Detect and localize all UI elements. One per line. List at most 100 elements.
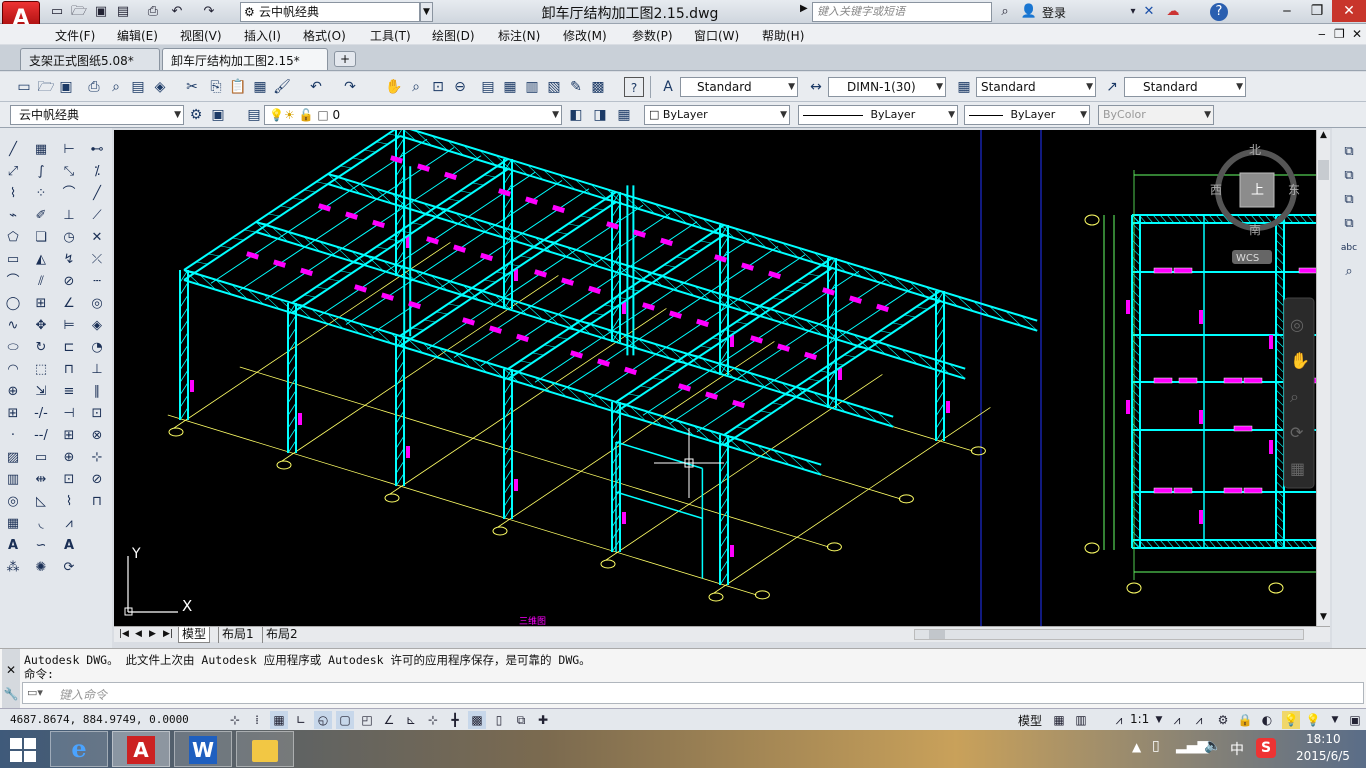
dim-continue-icon[interactable]: ⊓ bbox=[59, 360, 79, 380]
scroll-up-icon[interactable]: ▲ bbox=[1317, 130, 1330, 144]
center-mark-icon[interactable]: ⊕ bbox=[59, 448, 79, 468]
extend-icon[interactable]: --/ bbox=[31, 426, 51, 446]
lock-ui-icon[interactable]: 🔒 bbox=[1236, 711, 1254, 729]
copy-icon[interactable]: ⎘ bbox=[206, 77, 226, 97]
dim-aligned-icon[interactable]: ⤡ bbox=[59, 162, 79, 182]
snap-tangent-icon[interactable]: ◔ bbox=[87, 338, 107, 358]
layer-previous-icon[interactable]: ◨ bbox=[590, 105, 610, 125]
showmotion-nav-icon[interactable]: ▦ bbox=[1290, 459, 1305, 478]
wrench-icon[interactable]: 🔧 bbox=[2, 687, 20, 701]
layer-walk-icon[interactable]: ⧉ bbox=[1339, 190, 1359, 210]
quickcalc-icon[interactable]: ▩ bbox=[588, 77, 608, 97]
workspace-select[interactable]: ⚙ 云中帆经典 bbox=[240, 2, 420, 22]
snap-parallel-icon[interactable]: ∥ bbox=[87, 382, 107, 402]
last-tab-icon[interactable]: ▶| bbox=[160, 627, 176, 643]
text-style-icon[interactable]: A bbox=[658, 77, 678, 97]
workspace-combo[interactable]: 云中帆经典 ▼ bbox=[10, 105, 184, 125]
layer-state-icon[interactable]: ▦ bbox=[614, 105, 634, 125]
explorer-taskbar-app[interactable] bbox=[236, 731, 294, 767]
text-style-select[interactable]: Standard ▼ bbox=[680, 77, 798, 97]
dim-edit-icon[interactable]: ⩘ bbox=[59, 514, 79, 534]
new-file-icon[interactable]: ▭ bbox=[48, 3, 66, 21]
menu-insert[interactable]: 插入(I) bbox=[244, 27, 281, 44]
dim-break-icon[interactable]: ⊣ bbox=[59, 404, 79, 424]
scroll-thumb[interactable] bbox=[1318, 160, 1329, 180]
scale-dropdown-icon[interactable]: ▼ bbox=[1150, 711, 1168, 729]
polyline-icon[interactable]: ⌇ bbox=[3, 184, 23, 204]
ime-indicator[interactable]: 中 bbox=[1230, 739, 1244, 759]
menu-tools[interactable]: 工具(T) bbox=[370, 27, 411, 44]
steering-wheel-icon[interactable]: ◎ bbox=[1290, 315, 1304, 334]
restore-icon[interactable]: ❐ bbox=[1302, 0, 1332, 22]
grid-display-icon[interactable]: ▦ bbox=[270, 711, 288, 729]
dim-ordinate-icon[interactable]: ⊥ bbox=[59, 206, 79, 226]
construction-line-icon[interactable]: ⤢ bbox=[3, 162, 23, 182]
tolerance-icon[interactable]: ⊞ bbox=[59, 426, 79, 446]
selection-cycling-icon[interactable]: ⧉ bbox=[512, 711, 530, 729]
ie-taskbar-app[interactable]: e bbox=[50, 731, 108, 767]
hardware-accel-icon[interactable]: ◐ bbox=[1258, 711, 1276, 729]
open-file-icon[interactable]: 🗁 bbox=[70, 3, 88, 21]
array-icon[interactable]: ⁘ bbox=[31, 184, 51, 204]
markup-icon[interactable]: ✎ bbox=[566, 77, 586, 97]
windows-start-icon[interactable] bbox=[10, 738, 36, 762]
snap-perpendicular-icon[interactable]: ⊥ bbox=[87, 360, 107, 380]
tab-model[interactable]: 模型 bbox=[178, 627, 211, 643]
move-icon[interactable]: ✥ bbox=[31, 316, 51, 336]
workspace-settings-icon[interactable]: ⚙ bbox=[186, 105, 206, 125]
redo-icon[interactable]: ↷ bbox=[200, 3, 218, 21]
auto-scale-icon[interactable]: ⩘ bbox=[1190, 711, 1208, 729]
snap-apparent-icon[interactable]: ⤫ bbox=[87, 250, 107, 270]
user-icon[interactable]: 👤 bbox=[1020, 3, 1038, 21]
layer-select[interactable]: 💡☀ 🔓 □ 0 ▼ bbox=[264, 105, 562, 125]
trim-icon[interactable]: -/- bbox=[31, 404, 51, 424]
dim-diameter-icon[interactable]: ⊘ bbox=[59, 272, 79, 292]
drawing-canvas[interactable]: Y X 三维图 上 北 南 东 西 WCS ◎ ✋ ⌕ ⟳ ▦ bbox=[114, 130, 1316, 626]
help-icon[interactable]: ? bbox=[1210, 3, 1228, 21]
dim-radius-icon[interactable]: ◷ bbox=[59, 228, 79, 248]
zoom-realtime-icon[interactable]: ⌕ bbox=[406, 77, 426, 97]
snap-node-icon[interactable]: ⊗ bbox=[87, 426, 107, 446]
vertical-scrollbar[interactable]: ▲ ▼ bbox=[1316, 130, 1330, 626]
help-icon[interactable]: ? bbox=[624, 77, 644, 97]
snap-none-icon[interactable]: ⊘ bbox=[87, 470, 107, 490]
doc-tab-2[interactable]: 卸车厅结构加工图2.15* bbox=[162, 48, 328, 70]
clock-time[interactable]: 18:10 bbox=[1306, 732, 1341, 746]
ellipse-arc-icon[interactable]: ◠ bbox=[3, 360, 23, 380]
snap-intersection-icon[interactable]: ✕ bbox=[87, 228, 107, 248]
zoom-previous-icon[interactable]: ⊖ bbox=[450, 77, 470, 97]
undo-icon[interactable]: ↶ bbox=[168, 3, 186, 21]
ducs-icon[interactable]: ⊾ bbox=[402, 711, 420, 729]
osnap-settings-icon[interactable]: ⊓ bbox=[87, 492, 107, 512]
dim-angular-icon[interactable]: ∠ bbox=[59, 294, 79, 314]
menu-file[interactable]: 文件(F) bbox=[55, 27, 95, 44]
object-snap-icon[interactable]: ▢ bbox=[336, 711, 354, 729]
undo-icon[interactable]: ↶ bbox=[306, 77, 326, 97]
gradient-icon[interactable]: ▥ bbox=[3, 470, 23, 490]
hatch-icon[interactable]: ▨ bbox=[3, 448, 23, 468]
3d-polyline-icon[interactable]: ⌁ bbox=[3, 206, 23, 226]
dim-jogged-icon[interactable]: ↯ bbox=[59, 250, 79, 270]
erase-icon[interactable]: ✐ bbox=[31, 206, 51, 226]
menu-dimension[interactable]: 标注(N) bbox=[498, 27, 540, 44]
print-icon[interactable]: ⎙ bbox=[144, 3, 162, 21]
close-icon[interactable]: ✕ bbox=[1332, 0, 1366, 22]
menu-parametric[interactable]: 参数(P) bbox=[632, 27, 673, 44]
minimize-icon[interactable]: ‒ bbox=[1272, 0, 1302, 22]
paste-icon[interactable]: 📋 bbox=[228, 77, 248, 97]
paste-special-icon[interactable]: ▦ bbox=[250, 77, 270, 97]
layer-iso-icon[interactable]: ⧉ bbox=[1339, 142, 1359, 162]
copy-object-icon[interactable]: ❏ bbox=[31, 228, 51, 248]
doc-tab-1[interactable]: 支架正式图纸5.08* bbox=[20, 48, 160, 70]
prev-tab-icon[interactable]: ◀ bbox=[132, 627, 145, 643]
menu-window[interactable]: 窗口(W) bbox=[694, 27, 739, 44]
menu-draw[interactable]: 绘图(D) bbox=[432, 27, 475, 44]
3d-osnap-icon[interactable]: ◰ bbox=[358, 711, 376, 729]
first-tab-icon[interactable]: |◀ bbox=[116, 627, 132, 643]
find-replace-icon[interactable]: ⌕ bbox=[1339, 262, 1359, 282]
linetype-select[interactable]: ByLayer ▼ bbox=[798, 105, 958, 125]
tray-expand-icon[interactable]: ▲ bbox=[1132, 740, 1141, 754]
snap-nearest-icon[interactable]: ⊹ bbox=[87, 448, 107, 468]
horizontal-scrollbar[interactable] bbox=[914, 629, 1304, 640]
wps-taskbar-app[interactable]: W bbox=[174, 731, 232, 767]
